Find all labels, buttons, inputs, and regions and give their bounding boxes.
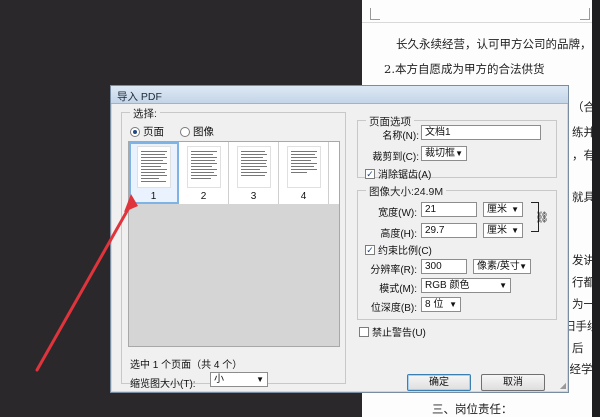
arrow-shaft xyxy=(35,202,133,372)
red-arrow-annotation xyxy=(35,194,138,372)
arrow-head xyxy=(124,194,138,212)
